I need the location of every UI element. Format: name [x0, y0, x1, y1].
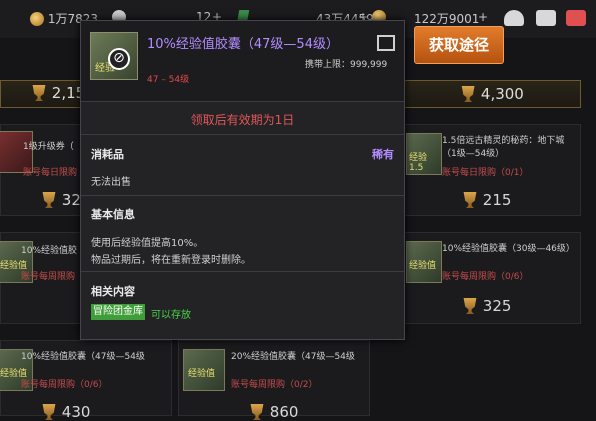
trophy-icon [461, 86, 475, 102]
item-price: 860 [249, 403, 298, 421]
chat-icon[interactable] [566, 10, 586, 26]
adventure-vault-tag: 冒险团金库 [91, 304, 145, 320]
cannot-sell-text: 无法出售 [91, 177, 131, 188]
share-icon[interactable] [377, 35, 395, 51]
add-currency4-button[interactable]: + [478, 10, 488, 24]
item-title: 10%经验值胶囊（30级—46级） [442, 244, 575, 254]
divider [81, 195, 404, 196]
rarity-label: 稀有 [372, 148, 394, 161]
validity-notice: 领取后有效期为1日 [190, 113, 295, 127]
teapot-icon[interactable] [504, 10, 524, 26]
shop-item-card[interactable]: 经验值 10%经验值胶 账号每周限购 [0, 232, 84, 324]
item-title: 1级升级券（ [23, 142, 74, 152]
storable-text: 可以存放 [151, 310, 191, 321]
trophy-icon [250, 404, 264, 420]
divider [81, 271, 404, 272]
price-bar-value: 4,300 [480, 85, 524, 103]
price-bar-left: 2,15 [0, 80, 88, 108]
carry-limit: 携带上限：999,999 [305, 60, 388, 70]
shop-item-card[interactable]: 经验1.5 1.5倍远古精灵的秘药：地下城（1级—54级） 账号每日限购（0/1… [403, 124, 581, 216]
item-title: 10%经验值胶囊（47级—54级 [21, 352, 145, 362]
no-trade-icon: ⊘ [108, 48, 130, 70]
item-price: 215 [462, 191, 511, 209]
item-tooltip: 经验 ⊘ 10%经验值胶囊（47级—54级） 携带上限：999,999 47 –… [80, 20, 405, 340]
item-title: 10%经验值胶 [21, 246, 78, 256]
item-price: 325 [462, 297, 511, 315]
shop-item-card[interactable]: 经验值 20%经验值胶囊（47级—54级 账号每周限购（0/2） 860 [178, 340, 370, 421]
item-title: 20%经验值胶囊（47级—54级 [231, 352, 355, 362]
divider [81, 101, 404, 102]
price-bar-right: 4,300 [403, 80, 581, 108]
trophy-icon [463, 192, 477, 208]
trophy-icon [42, 192, 56, 208]
related-title: 相关内容 [91, 285, 135, 298]
item-thumbnail: 经验1.5 [406, 133, 442, 175]
trophy-icon [463, 298, 477, 314]
level-range: 47 – 54级 [147, 75, 190, 85]
trophy-icon [32, 85, 46, 101]
item-title: 1.5倍远古精灵的秘药：地下城（1级—54级） [442, 136, 565, 159]
item-thumbnail: 经验值 [406, 241, 442, 283]
basic-info-title: 基本信息 [91, 208, 135, 221]
shop-item-card[interactable]: 1级升级券（ 账号每日限购（1/1 32 [0, 124, 101, 216]
mail-icon[interactable] [536, 10, 556, 26]
tooltip-title: 10%经验值胶囊（47级—54级） [147, 37, 339, 52]
item-price: 430 [41, 403, 90, 421]
item-thumbnail: 经验值 [183, 349, 225, 391]
basic-info-line2: 物品过期后，将在重新登录时删除。 [91, 255, 251, 266]
basic-info-line1: 使用后经验值提高10%。 [91, 238, 204, 249]
divider [81, 134, 404, 135]
shop-item-card[interactable]: 经验值 10%经验值胶囊（30级—46级） 账号每周限购（0/6） 325 [403, 232, 581, 324]
item-price: 32 [41, 191, 81, 209]
currency4-amount: 122万9001 [414, 12, 480, 26]
item-limit: 账号每周限购（0/6） [21, 380, 108, 390]
shop-item-card[interactable]: 经验值 10%经验值胶囊（47级—54级 账号每周限购（0/6） 430 [0, 340, 172, 421]
item-limit: 账号每周限购（0/2） [231, 380, 318, 390]
item-limit: 账号每日限购（0/1） [442, 168, 529, 178]
gold-coin-icon [30, 12, 44, 26]
item-limit: 账号每周限购 [21, 272, 76, 282]
category-label: 消耗品 [91, 148, 124, 161]
trophy-icon [42, 404, 56, 420]
acquire-route-button[interactable]: 获取途径 [414, 26, 504, 64]
item-limit: 账号每周限购（0/6） [442, 272, 529, 282]
